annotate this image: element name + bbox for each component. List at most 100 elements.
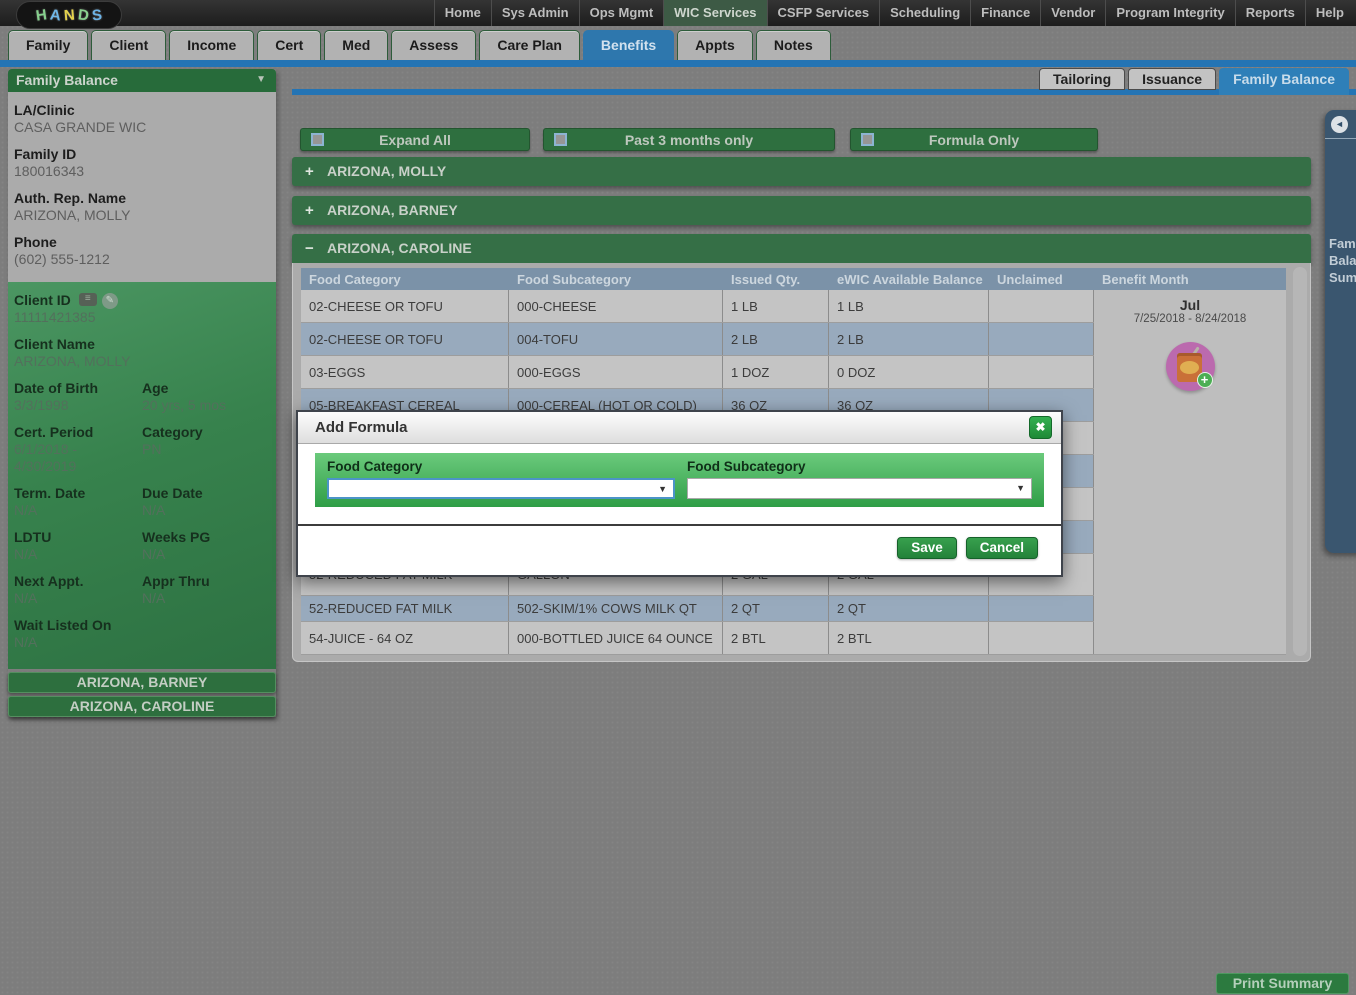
nav-item-scheduling[interactable]: Scheduling	[879, 0, 970, 26]
sidebar-title: Family Balance	[16, 72, 118, 88]
chevron-down-icon: ▼	[658, 484, 667, 494]
field-auth-rep-name: Auth. Rep. Name ARIZONA, MOLLY	[14, 190, 270, 224]
panel-scrollbar[interactable]	[1293, 267, 1307, 656]
field-cert-period: Cert. Period 6/1/2018 - 4/30/2019	[14, 424, 142, 475]
col-food-category: Food Category	[301, 272, 509, 287]
past-3-months-button[interactable]: Past 3 months only	[543, 128, 835, 151]
table-row: 52-REDUCED FAT MILK 502-SKIM/1% COWS MIL…	[301, 596, 1094, 622]
chevron-down-icon: ▼	[1016, 483, 1025, 493]
food-subcategory-field: Food Subcategory ▼	[687, 459, 1032, 507]
col-food-subcategory: Food Subcategory	[509, 272, 723, 287]
nav-item-help[interactable]: Help	[1305, 0, 1354, 26]
hands-logo: H A N D S	[16, 1, 122, 29]
table-row: 03-EGGS 000-EGGS 1 DOZ 0 DOZ	[301, 356, 1094, 389]
nav-item-program-integrity[interactable]: Program Integrity	[1105, 0, 1234, 26]
benefit-month-range: 7/25/2018 - 8/24/2018	[1094, 313, 1286, 325]
add-formula-modal: Add Formula ✖ Food Category ▼ Food Subca…	[296, 410, 1063, 577]
save-button[interactable]: Save	[897, 537, 957, 559]
food-category-select[interactable]: ▼	[327, 478, 675, 499]
subtab-tailoring[interactable]: Tailoring	[1039, 68, 1125, 90]
food-subcategory-select[interactable]: ▼	[687, 478, 1032, 499]
module-tab-row: Family Client Income Cert Med Assess Car…	[8, 30, 831, 60]
nav-item-finance[interactable]: Finance	[970, 0, 1040, 26]
modal-title: Add Formula	[315, 419, 1029, 436]
accordion-arizona-barney[interactable]: +ARIZONA, BARNEY	[292, 196, 1311, 225]
col-ewic-available-balance: eWIC Available Balance	[829, 272, 989, 287]
tab-family[interactable]: Family	[8, 30, 88, 60]
field-next-appt: Next Appt. N/A	[14, 573, 142, 607]
table-row: 54-JUICE - 64 OZ 000-BOTTLED JUICE 64 OU…	[301, 622, 1094, 655]
field-la-clinic: LA/Clinic CASA GRANDE WIC	[14, 102, 270, 136]
tab-assess[interactable]: Assess	[391, 30, 476, 60]
food-category-field: Food Category ▼	[327, 459, 675, 507]
formula-only-button[interactable]: Formula Only	[850, 128, 1098, 151]
table-row: 02-CHEESE OR TOFU 004-TOFU 2 LB 2 LB	[301, 323, 1094, 356]
expand-all-checkbox[interactable]	[311, 133, 324, 146]
accordion-arizona-molly[interactable]: +ARIZONA, MOLLY	[292, 157, 1311, 186]
tab-income[interactable]: Income	[169, 30, 254, 60]
tab-appts[interactable]: Appts	[677, 30, 753, 60]
tab-notes[interactable]: Notes	[756, 30, 831, 60]
client-info-section: Client ID ≡ ✎ 11111421385 Client Name AR…	[8, 282, 276, 669]
nav-item-wic-services[interactable]: WIC Services	[663, 0, 766, 26]
nav-item-sys-admin[interactable]: Sys Admin	[491, 0, 579, 26]
nav-item-reports[interactable]: Reports	[1235, 0, 1305, 26]
chevron-down-icon: ▼	[256, 69, 266, 91]
nav-item-csfp-services[interactable]: CSFP Services	[767, 0, 880, 26]
accordion-arizona-caroline[interactable]: −ARIZONA, CAROLINE	[292, 234, 1311, 263]
field-due-date: Due Date N/A	[142, 485, 270, 519]
member-button-caroline[interactable]: ARIZONA, CAROLINE	[8, 696, 276, 717]
formula-fields-panel: Food Category ▼ Food Subcategory ▼	[315, 453, 1044, 507]
subtab-family-balance[interactable]: Family Balance	[1219, 68, 1349, 95]
field-appr-thru: Appr Thru N/A	[142, 573, 270, 607]
client-id-card-icon[interactable]: ≡	[79, 293, 97, 306]
field-date-of-birth: Date of Birth 3/3/1998	[14, 380, 142, 414]
field-phone: Phone (602) 555-1212	[14, 234, 270, 268]
benefits-table-header: Food Category Food Subcategory Issued Qt…	[301, 268, 1286, 290]
expand-all-button[interactable]: Expand All	[300, 128, 530, 151]
field-term-date: Term. Date N/A	[14, 485, 142, 519]
active-tab-underline	[0, 60, 1356, 67]
modal-actions: Save Cancel	[298, 526, 1061, 575]
add-formula-icon[interactable]: +	[1166, 342, 1215, 391]
tab-cert[interactable]: Cert	[257, 30, 321, 60]
field-client-name: Client Name ARIZONA, MOLLY	[14, 336, 270, 370]
field-client-id: Client ID ≡ ✎ 11111421385	[14, 292, 270, 326]
benefit-month-cell: Jul 7/25/2018 - 8/24/2018 +	[1094, 290, 1286, 655]
expand-icon: +	[305, 157, 327, 186]
past-3-months-checkbox[interactable]	[554, 133, 567, 146]
logo-letter: N	[63, 6, 75, 24]
table-row: 02-CHEESE OR TOFU 000-CHEESE 1 LB 1 LB	[301, 290, 1094, 323]
collapse-left-icon[interactable]: ◄	[1331, 116, 1348, 133]
client-id-edit-icon[interactable]: ✎	[102, 293, 118, 309]
tab-client[interactable]: Client	[91, 30, 166, 60]
tab-med[interactable]: Med	[324, 30, 388, 60]
nav-item-home[interactable]: Home	[434, 0, 491, 26]
field-wait-listed-on: Wait Listed On N/A	[14, 617, 270, 651]
nav-item-vendor[interactable]: Vendor	[1040, 0, 1105, 26]
family-balance-summary-flyout[interactable]: ◄ Family Balance Summary	[1325, 110, 1356, 553]
col-benefit-month: Benefit Month	[1094, 272, 1286, 287]
tab-benefits[interactable]: Benefits	[583, 30, 674, 60]
formula-only-checkbox[interactable]	[861, 133, 874, 146]
modal-body: Food Category ▼ Food Subcategory ▼	[298, 444, 1061, 507]
close-icon[interactable]: ✖	[1029, 416, 1052, 439]
print-summary-button[interactable]: Print Summary	[1216, 973, 1349, 994]
cancel-button[interactable]: Cancel	[966, 537, 1038, 559]
benefit-month-name: Jul	[1094, 297, 1286, 313]
subtab-issuance[interactable]: Issuance	[1128, 68, 1216, 90]
collapse-icon: −	[305, 234, 327, 263]
logo-letter: A	[49, 6, 62, 24]
balance-toolbar: Expand All Past 3 months only Formula On…	[300, 128, 1098, 151]
member-button-barney[interactable]: ARIZONA, BARNEY	[8, 672, 276, 693]
field-ldtu: LDTU N/A	[14, 529, 142, 563]
top-nav-bar: H A N D S Home Sys Admin Ops Mgmt WIC Se…	[0, 0, 1356, 26]
field-weeks-pg: Weeks PG N/A	[142, 529, 270, 563]
tab-care-plan[interactable]: Care Plan	[479, 30, 580, 60]
top-nav-items: Home Sys Admin Ops Mgmt WIC Services CSF…	[434, 0, 1354, 26]
plus-badge-icon: +	[1197, 372, 1213, 388]
nav-item-ops-mgmt[interactable]: Ops Mgmt	[579, 0, 664, 26]
family-balance-sidebar: Family Balance ▼ LA/Clinic CASA GRANDE W…	[8, 69, 276, 717]
sidebar-header[interactable]: Family Balance ▼	[8, 69, 276, 92]
logo-letter: D	[77, 6, 90, 24]
